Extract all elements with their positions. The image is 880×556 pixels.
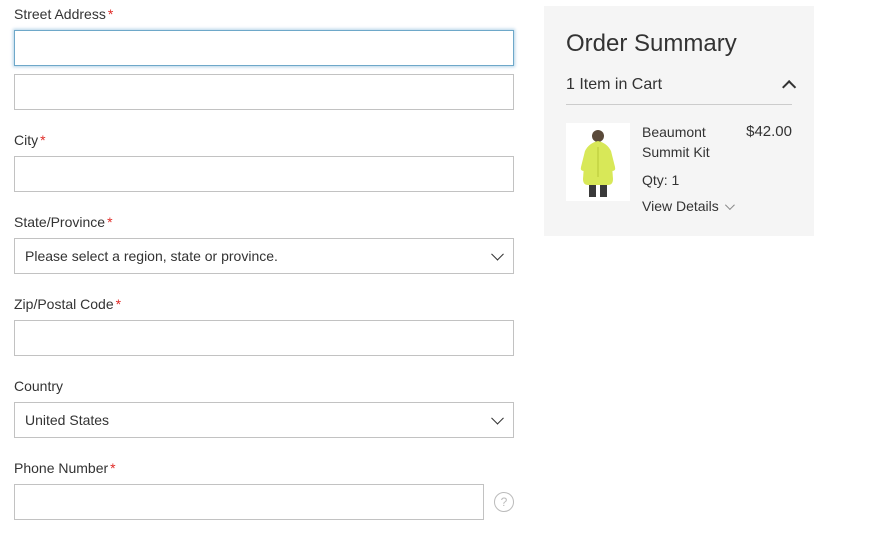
order-summary-title: Order Summary bbox=[566, 30, 792, 58]
cart-item: Beaumont Summit Kit Qty: 1 View Details … bbox=[566, 123, 792, 214]
city-label: City* bbox=[14, 132, 514, 148]
chevron-up-icon bbox=[782, 80, 796, 94]
product-image-icon bbox=[571, 127, 625, 197]
state-select[interactable]: Please select a region, state or provinc… bbox=[14, 238, 514, 274]
zip-label: Zip/Postal Code* bbox=[14, 296, 514, 312]
zip-input[interactable] bbox=[14, 320, 514, 356]
cart-count-label: 1 Item in Cart bbox=[566, 76, 662, 94]
street-input-2[interactable] bbox=[14, 74, 514, 110]
item-qty: Qty: 1 bbox=[642, 172, 738, 188]
field-phone: Phone Number* ? bbox=[14, 460, 514, 520]
help-icon[interactable]: ? bbox=[494, 492, 514, 512]
phone-label: Phone Number* bbox=[14, 460, 514, 476]
field-state: State/Province* Please select a region, … bbox=[14, 214, 514, 274]
required-mark: * bbox=[108, 6, 113, 22]
field-country: Country United States bbox=[14, 378, 514, 438]
phone-input[interactable] bbox=[14, 484, 484, 520]
required-mark: * bbox=[107, 214, 112, 230]
state-label: State/Province* bbox=[14, 214, 514, 230]
city-input[interactable] bbox=[14, 156, 514, 192]
cart-items-toggle[interactable]: 1 Item in Cart bbox=[566, 76, 792, 105]
country-label: Country bbox=[14, 378, 514, 394]
view-details-toggle[interactable]: View Details bbox=[642, 198, 732, 214]
field-city: City* bbox=[14, 132, 514, 192]
required-mark: * bbox=[116, 296, 121, 312]
item-thumbnail bbox=[566, 123, 630, 201]
country-select[interactable]: United States bbox=[14, 402, 514, 438]
field-zip: Zip/Postal Code* bbox=[14, 296, 514, 356]
field-street: Street Address* bbox=[14, 6, 514, 110]
item-price: $42.00 bbox=[746, 123, 792, 214]
street-input-1[interactable] bbox=[14, 30, 514, 66]
required-mark: * bbox=[110, 460, 115, 476]
required-mark: * bbox=[40, 132, 45, 148]
chevron-down-icon bbox=[725, 200, 735, 210]
item-name: Beaumont Summit Kit bbox=[642, 123, 738, 162]
street-label: Street Address* bbox=[14, 6, 514, 22]
order-summary-sidebar: Order Summary 1 Item in Cart bbox=[544, 6, 814, 542]
shipping-form: Street Address* City* State/Province* Pl… bbox=[14, 6, 514, 542]
